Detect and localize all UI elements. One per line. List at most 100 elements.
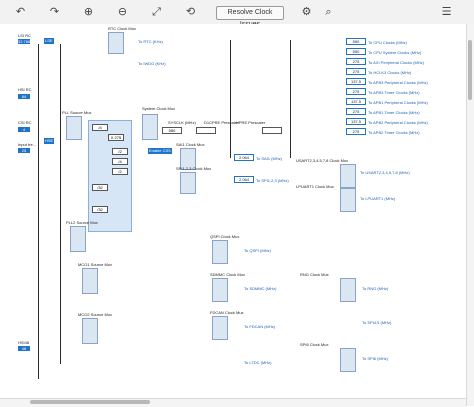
pll2-source-mux[interactable]: [70, 226, 86, 252]
system-clock-mux[interactable]: [142, 114, 158, 140]
hsi-input-box[interactable]: 64: [18, 94, 30, 99]
output-value: 137.5: [346, 98, 366, 105]
hsi48-label: HSI48: [18, 340, 30, 345]
usart-clock-mux[interactable]: [340, 164, 356, 188]
sdmmc-clock-mux[interactable]: [212, 278, 228, 302]
hse-input-box[interactable]: 25: [18, 148, 30, 153]
output-value: 275: [346, 58, 366, 65]
hpre-field[interactable]: [262, 127, 282, 134]
ltdc-output-label: To LTDC (MHz): [244, 360, 272, 365]
divp1-field[interactable]: /2: [112, 148, 128, 155]
sysclk-label: SYSCLK (MHz): [168, 120, 196, 125]
mco2-mux-label: MCO2 Source Mux: [78, 312, 113, 317]
horizontal-scroll-thumb[interactable]: [30, 400, 150, 404]
zoom-out-icon[interactable]: ⊖: [116, 5, 129, 18]
system-clock-mux-label: System Clock Mux: [142, 106, 176, 111]
pll-source-mux[interactable]: [66, 116, 82, 140]
lpuart-mux-label: LPUART1 Clock Mux: [296, 184, 334, 189]
to-iwdg-label: To IWDG (KHz): [138, 61, 166, 66]
fdcan-mux-label: FDCAN Clock Mux: [210, 310, 244, 315]
usart-mux-label: USART2,3,4,5,7,8 Clock Mux: [296, 158, 349, 163]
output-label: To CPU System Clocks (MHz): [368, 50, 422, 55]
divm3-field[interactable]: /32: [92, 206, 108, 213]
mco1-mux-label: MCO1 Source Mux: [78, 262, 113, 267]
output-value: 550: [346, 38, 366, 45]
mco1-source-mux[interactable]: [82, 268, 98, 294]
spi123-output-label: To SPI1,2,3 (MHz): [256, 178, 289, 183]
csi-input-box[interactable]: 4: [18, 127, 30, 132]
spi6-output-label: To SPI6 (MHz): [362, 356, 389, 361]
rtc-clock-mux[interactable]: [108, 32, 124, 54]
output-label: To APB1 Peripheral Clocks (MHz): [368, 100, 428, 105]
lpuart-clock-mux[interactable]: [340, 188, 356, 212]
clock-configuration-canvas: LSI RC 32.768 LSE HSI RC 64 CSI RC 4 Inp…: [0, 24, 474, 406]
spi123-output-value: 2.064: [234, 176, 254, 183]
divn1-field[interactable]: X 275: [108, 134, 124, 141]
sai1-output-label: To SAI1 (MHz): [256, 156, 283, 161]
hpre-label: HPRE Prescaler: [236, 120, 266, 125]
csi-label: CSI RC: [18, 120, 32, 125]
sdmmc-mux-label: SDMMC Clock Mux: [210, 272, 245, 277]
usart-output-label: To USART2,3,4,5,7,8 (MHz): [360, 170, 410, 175]
zoom-in-icon[interactable]: ⊕: [82, 5, 95, 18]
search-icon[interactable]: ⌕: [322, 5, 335, 18]
hse-bus-line: [60, 44, 61, 364]
sdmmc-output-label: To SDMMC (MHz): [244, 286, 277, 291]
divq1-field[interactable]: /4: [112, 158, 128, 165]
output-value: 275: [346, 68, 366, 75]
reset-icon[interactable]: ⟲: [184, 5, 197, 18]
lsi-input-box[interactable]: 32.768: [18, 39, 30, 44]
lse-selector[interactable]: LSE: [44, 38, 54, 44]
output-label: To HCLK3 Clocks (MHz): [368, 70, 412, 75]
to-rtc-label: To RTC (KHz): [138, 39, 163, 44]
sai-mux-label: SAI1 Clock Mux: [176, 142, 205, 147]
redo-icon[interactable]: ↷: [48, 5, 61, 18]
rng-output-label: To RNG (MHz): [362, 286, 389, 291]
enable-css-button[interactable]: Enable CSS: [148, 148, 172, 154]
spi123-mux-label: SPI1,2,3 Clock Mux: [176, 166, 212, 171]
resolve-clock-issues-button[interactable]: Resolve Clock Issues: [216, 6, 284, 28]
output-value: 550: [346, 48, 366, 55]
qspi-mux-label: QSPI Clock Mux: [210, 234, 240, 239]
undo-icon[interactable]: ↶: [14, 5, 27, 18]
mco2-source-mux[interactable]: [82, 318, 98, 344]
output-label: To AXI Peripheral Clocks (MHz): [368, 60, 425, 65]
output-label: To APB3 Peripheral Clocks (MHz): [368, 80, 428, 85]
qspi-clock-mux[interactable]: [212, 240, 228, 264]
fit-icon[interactable]: ⤢: [150, 5, 163, 18]
output-label: To APB2 Peripheral Clocks (MHz): [368, 120, 428, 125]
divm1-field[interactable]: /4: [92, 124, 108, 131]
hse-selector[interactable]: HSE: [44, 138, 55, 144]
input-bus-line: [38, 44, 39, 379]
lsi-label: LSI RC: [18, 33, 31, 38]
sysclk-value: 550: [162, 127, 182, 134]
lpuart-output-label: To LPUART1 (MHz): [360, 196, 396, 201]
vertical-scroll-thumb[interactable]: [468, 40, 472, 100]
spi123-clock-mux[interactable]: [180, 172, 196, 194]
output-value: 137.5: [346, 118, 366, 125]
output-value: 137.5: [346, 78, 366, 85]
main-bus-line: [230, 40, 231, 158]
output-label: To APB3 Timer Clocks (MHz): [368, 90, 420, 95]
fdcan-clock-mux[interactable]: [212, 316, 228, 340]
output-label: To APB1 Timer Clocks (MHz): [368, 110, 420, 115]
qspi-output-label: To QSPI (MHz): [244, 248, 271, 253]
rng-clock-mux[interactable]: [340, 278, 356, 302]
divr1-field[interactable]: /2: [112, 168, 128, 175]
ahb-bus-line: [290, 40, 291, 158]
rtc-mux-label: RTC Clock Mux: [108, 26, 136, 31]
menu-icon[interactable]: ☰: [440, 5, 453, 18]
spi45-output-label: To SPI4,5 (MHz): [362, 320, 392, 325]
gear-icon[interactable]: ⚙: [300, 5, 313, 18]
output-label: To CPU Clocks (MHz): [368, 40, 407, 45]
hsi48-input-box[interactable]: 48: [18, 346, 30, 351]
pll2-mux-label: PLL2 Source Mux: [66, 220, 98, 225]
hsi-label: HSI RC: [18, 87, 32, 92]
toolbar: ↶ ↷ ⊕ ⊖ ⤢ ⟲ Resolve Clock Issues ⚙ ⌕ ☰: [0, 0, 474, 28]
fdcan-output-label: To FDCAN (MHz): [244, 324, 276, 329]
d1cpre-field[interactable]: [196, 127, 216, 134]
divm2-field[interactable]: /32: [92, 184, 108, 191]
output-value: 275: [346, 88, 366, 95]
spi6-clock-mux[interactable]: [340, 348, 356, 372]
spi6-mux-label: SPI6 Clock Mux: [300, 342, 329, 347]
